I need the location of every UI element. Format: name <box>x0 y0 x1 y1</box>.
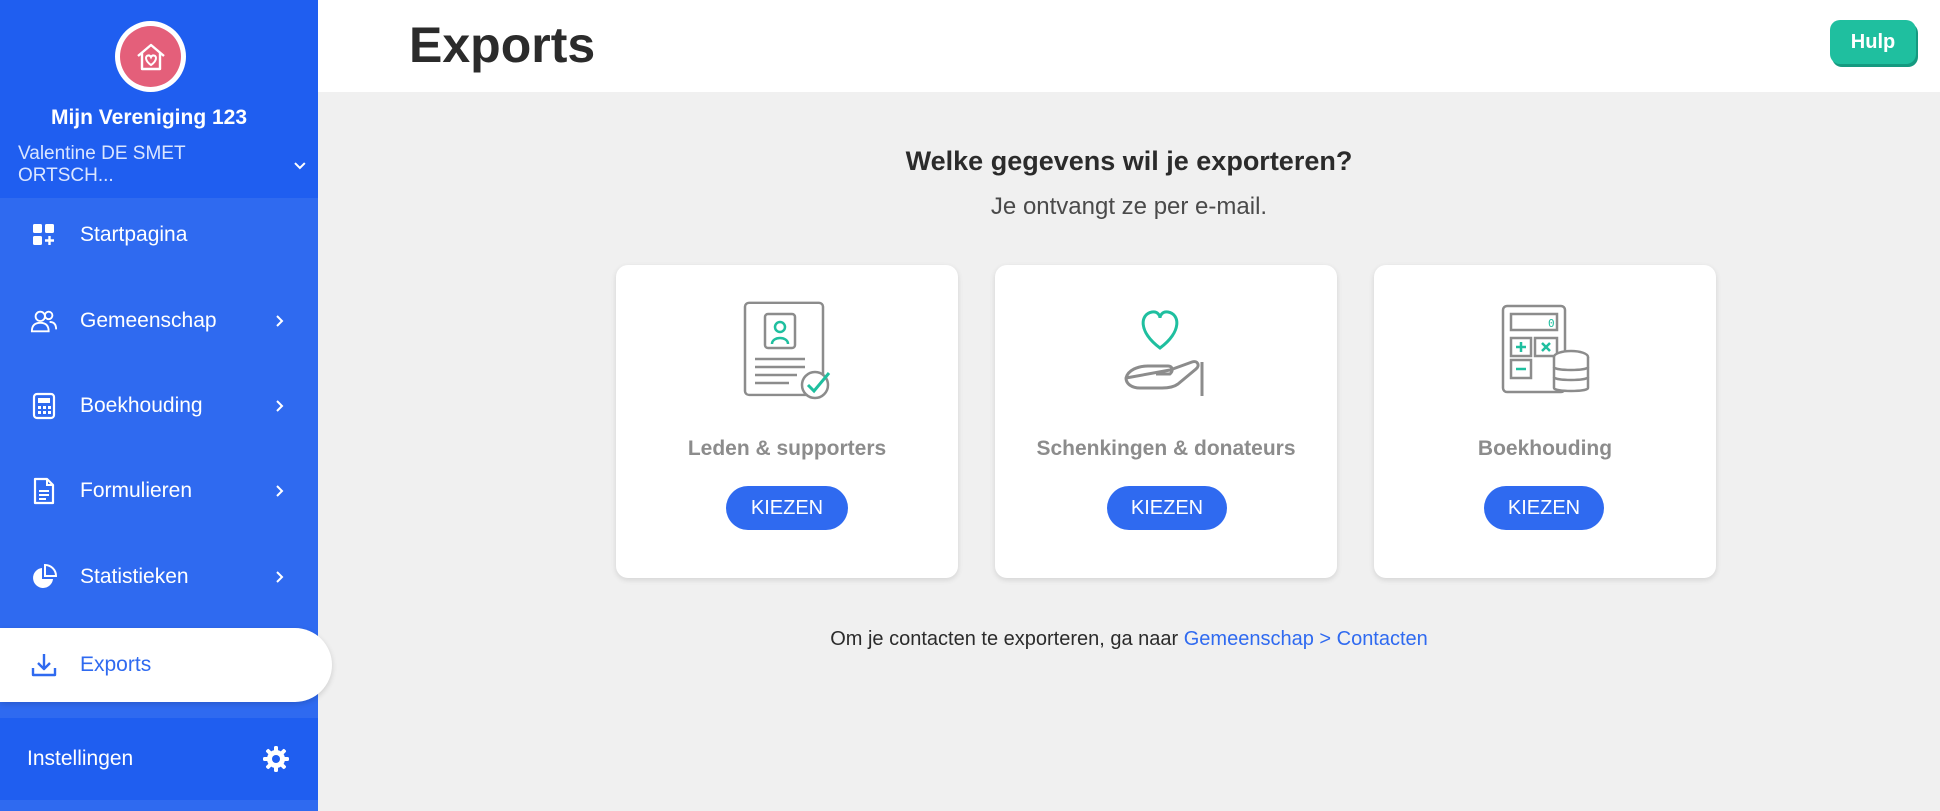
sidebar-item-statistieken[interactable]: Statistieken <box>0 540 318 614</box>
org-name: Mijn Vereniging 123 <box>50 106 248 129</box>
calculator-icon <box>32 392 56 420</box>
sidebar-item-label: Gemeenschap <box>80 309 217 332</box>
export-question: Welke gegevens wil je exporteren? <box>905 146 1353 176</box>
chevron-right-icon <box>276 400 284 412</box>
export-card-members: Leden & supporters KIEZEN <box>616 265 958 578</box>
pie-chart-icon <box>33 563 58 588</box>
sidebar-item-gemeenschap[interactable]: Gemeenschap <box>0 284 318 358</box>
sidebar-item-startpagina[interactable]: Startpagina <box>0 198 318 272</box>
user-menu[interactable]: Valentine DE SMET ORTSCH... <box>18 143 308 187</box>
export-card-donations: Schenkingen & donateurs KIEZEN <box>995 265 1337 578</box>
card-title: Schenkingen & donateurs <box>1036 437 1296 460</box>
org-logo <box>115 21 186 92</box>
user-name: Valentine DE SMET ORTSCH... <box>18 143 186 186</box>
chevron-right-icon <box>276 571 284 583</box>
choose-members-button[interactable]: KIEZEN <box>726 486 848 530</box>
download-icon <box>31 654 57 677</box>
donation-hand-icon <box>1124 310 1204 396</box>
sidebar-item-formulieren[interactable]: Formulieren <box>0 454 318 528</box>
sidebar-item-label: Startpagina <box>80 223 188 246</box>
help-button[interactable]: Hulp <box>1830 20 1916 64</box>
member-card-icon <box>743 301 831 400</box>
contacts-link[interactable]: Gemeenschap > Contacten <box>1184 628 1428 650</box>
chevron-right-icon <box>276 315 284 327</box>
chevron-right-icon <box>276 485 284 497</box>
chevron-down-icon <box>294 162 306 170</box>
users-icon <box>30 310 58 333</box>
dashboard-icon <box>33 224 54 245</box>
document-icon <box>33 477 55 505</box>
sidebar-item-boekhouding[interactable]: Boekhouding <box>0 369 318 443</box>
gear-icon <box>263 746 289 772</box>
choose-accounting-button[interactable]: KIEZEN <box>1484 486 1604 530</box>
export-card-accounting: 0 Boekhouding KIEZEN <box>1374 265 1716 578</box>
choose-donations-button[interactable]: KIEZEN <box>1107 486 1227 530</box>
svg-text:0: 0 <box>1548 317 1555 330</box>
card-title: Boekhouding <box>1477 437 1613 460</box>
sidebar-item-label: Boekhouding <box>80 394 203 417</box>
note-text: Om je contacten te exporteren, ga naar <box>830 628 1179 650</box>
card-title: Leden & supporters <box>687 437 887 460</box>
contacts-export-note: Om je contacten te exporteren, ga naar G… <box>318 628 1940 651</box>
calculator-coins-icon: 0 <box>1501 304 1590 394</box>
sidebar-item-label: Statistieken <box>80 565 189 588</box>
sidebar: Mijn Vereniging 123 Valentine DE SMET OR… <box>0 0 332 811</box>
export-subtitle: Je ontvangt ze per e-mail. <box>990 193 1268 220</box>
sidebar-item-label: Formulieren <box>80 479 193 502</box>
sidebar-item-label: Exports <box>80 653 152 676</box>
settings-item[interactable]: Instellingen <box>0 718 318 800</box>
sidebar-item-exports[interactable]: Exports <box>0 628 332 702</box>
page-header: Exports Hulp <box>318 0 1940 92</box>
sidebar-header: Mijn Vereniging 123 Valentine DE SMET OR… <box>0 0 318 198</box>
settings-label: Instellingen <box>27 747 134 770</box>
page-title: Exports <box>409 17 596 73</box>
heart-house-icon <box>136 43 165 70</box>
